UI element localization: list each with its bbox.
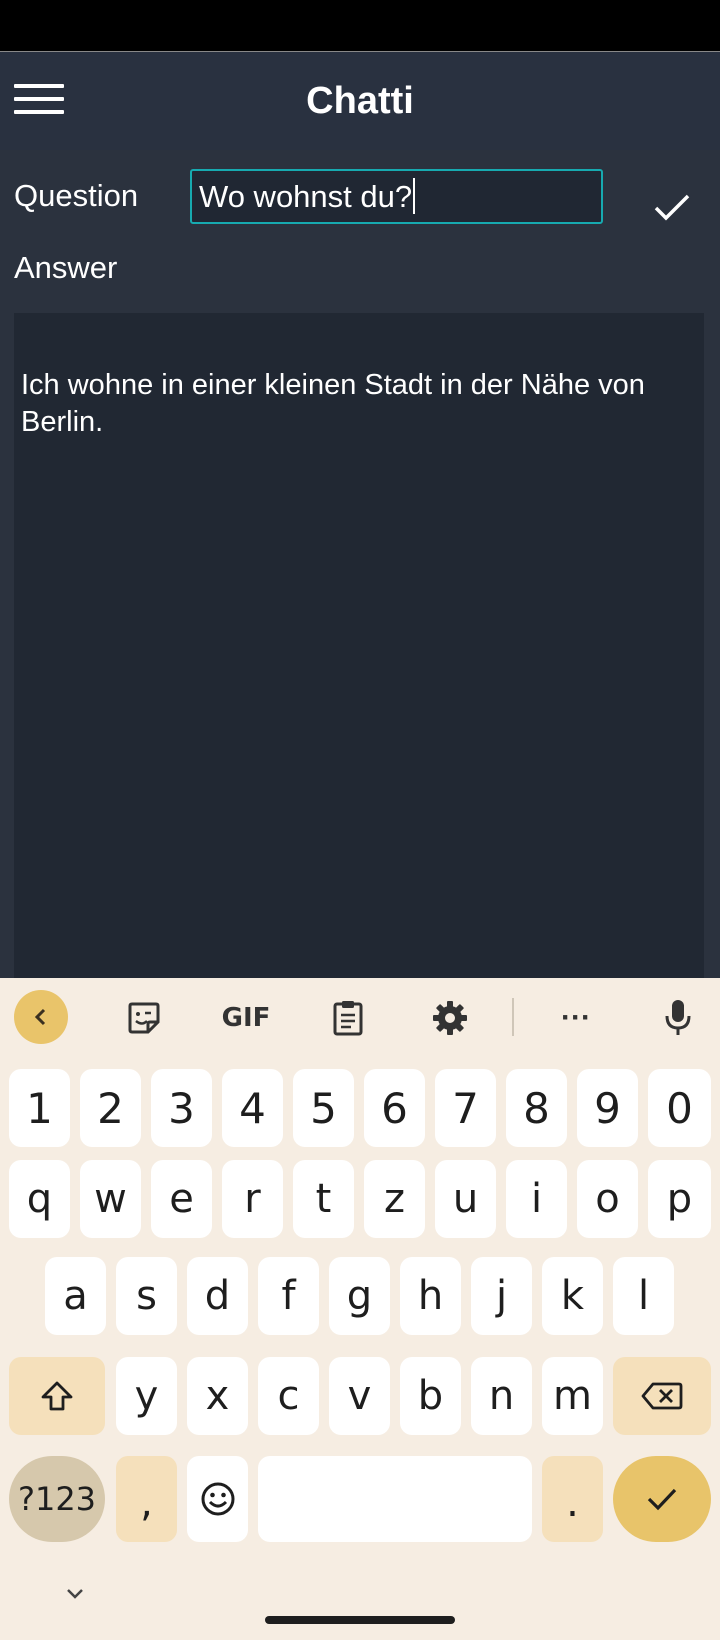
- key-b[interactable]: b: [400, 1357, 461, 1435]
- key-c[interactable]: c: [258, 1357, 319, 1435]
- checkmark-icon: [647, 1488, 677, 1511]
- key-v[interactable]: v: [329, 1357, 390, 1435]
- key-u[interactable]: u: [435, 1160, 496, 1238]
- key-t[interactable]: t: [293, 1160, 354, 1238]
- sticker-button[interactable]: [118, 990, 170, 1046]
- key-x[interactable]: x: [187, 1357, 248, 1435]
- question-value: Wo wohnst du?: [199, 179, 413, 214]
- key-o[interactable]: o: [577, 1160, 638, 1238]
- voice-input-button[interactable]: [652, 990, 704, 1046]
- key-d[interactable]: d: [187, 1257, 248, 1335]
- app-bar: Chatti: [0, 52, 720, 150]
- comma-key[interactable]: ,: [116, 1456, 177, 1542]
- clipboard-icon: [333, 1001, 363, 1036]
- key-r[interactable]: r: [222, 1160, 283, 1238]
- key-s[interactable]: s: [116, 1257, 177, 1335]
- key-w[interactable]: w: [80, 1160, 141, 1238]
- gif-button[interactable]: GIF: [218, 990, 274, 1046]
- key-n[interactable]: n: [471, 1357, 532, 1435]
- microphone-icon: [665, 1000, 691, 1035]
- question-input[interactable]: Wo wohnst du?: [190, 169, 603, 224]
- text-caret: [413, 177, 416, 214]
- key-0[interactable]: 0: [648, 1069, 711, 1147]
- chevron-left-icon: [34, 1008, 46, 1026]
- key-a[interactable]: a: [45, 1257, 106, 1335]
- key-l[interactable]: l: [613, 1257, 674, 1335]
- key-k[interactable]: k: [542, 1257, 603, 1335]
- submit-check-button[interactable]: [652, 190, 692, 224]
- settings-button[interactable]: [424, 990, 476, 1046]
- question-label: Question: [14, 178, 139, 213]
- checkmark-icon: [654, 194, 690, 221]
- key-i[interactable]: i: [506, 1160, 567, 1238]
- smiley-icon: [201, 1482, 234, 1516]
- symbols-key[interactable]: ?123: [9, 1456, 105, 1542]
- backspace-icon: [641, 1382, 683, 1410]
- key-g[interactable]: g: [329, 1257, 390, 1335]
- period-key[interactable]: .: [542, 1456, 603, 1542]
- shift-icon: [41, 1381, 73, 1411]
- key-5[interactable]: 5: [293, 1069, 354, 1147]
- space-bar[interactable]: [258, 1456, 532, 1542]
- key-1[interactable]: 1: [9, 1069, 70, 1147]
- key-3[interactable]: 3: [151, 1069, 212, 1147]
- key-8[interactable]: 8: [506, 1069, 567, 1147]
- app-title: Chatti: [306, 80, 414, 122]
- on-screen-keyboard: GIF ··· 1 2 3 4 5 6 7 8 9 0 q w e r t z …: [0, 978, 720, 1640]
- keyboard-back-button[interactable]: [14, 990, 68, 1044]
- key-m[interactable]: m: [542, 1357, 603, 1435]
- key-7[interactable]: 7: [435, 1069, 496, 1147]
- key-q[interactable]: q: [9, 1160, 70, 1238]
- key-9[interactable]: 9: [577, 1069, 638, 1147]
- key-6[interactable]: 6: [364, 1069, 425, 1147]
- key-f[interactable]: f: [258, 1257, 319, 1335]
- key-j[interactable]: j: [471, 1257, 532, 1335]
- backspace-key[interactable]: [613, 1357, 711, 1435]
- enter-key[interactable]: [613, 1456, 711, 1542]
- key-p[interactable]: p: [648, 1160, 711, 1238]
- sticker-icon: [128, 1002, 160, 1034]
- key-4[interactable]: 4: [222, 1069, 283, 1147]
- clipboard-button[interactable]: [322, 990, 374, 1046]
- status-bar: [0, 0, 720, 52]
- key-h[interactable]: h: [400, 1257, 461, 1335]
- shift-key[interactable]: [9, 1357, 105, 1435]
- key-2[interactable]: 2: [80, 1069, 141, 1147]
- answer-text-area[interactable]: Ich wohne in einer kleinen Stadt in der …: [14, 313, 704, 978]
- answer-label: Answer: [14, 250, 118, 285]
- key-y[interactable]: y: [116, 1357, 177, 1435]
- gesture-nav-handle[interactable]: [265, 1616, 455, 1624]
- more-options-icon[interactable]: ···: [550, 990, 602, 1046]
- hide-keyboard-button[interactable]: [60, 1582, 90, 1606]
- emoji-key[interactable]: [187, 1456, 248, 1542]
- key-e[interactable]: e: [151, 1160, 212, 1238]
- key-z[interactable]: z: [364, 1160, 425, 1238]
- gear-icon: [433, 1001, 467, 1035]
- main-content: Question Wo wohnst du? Answer Ich wohne …: [0, 150, 720, 978]
- toolbar-divider: [512, 998, 514, 1036]
- chevron-down-icon: [67, 1589, 83, 1599]
